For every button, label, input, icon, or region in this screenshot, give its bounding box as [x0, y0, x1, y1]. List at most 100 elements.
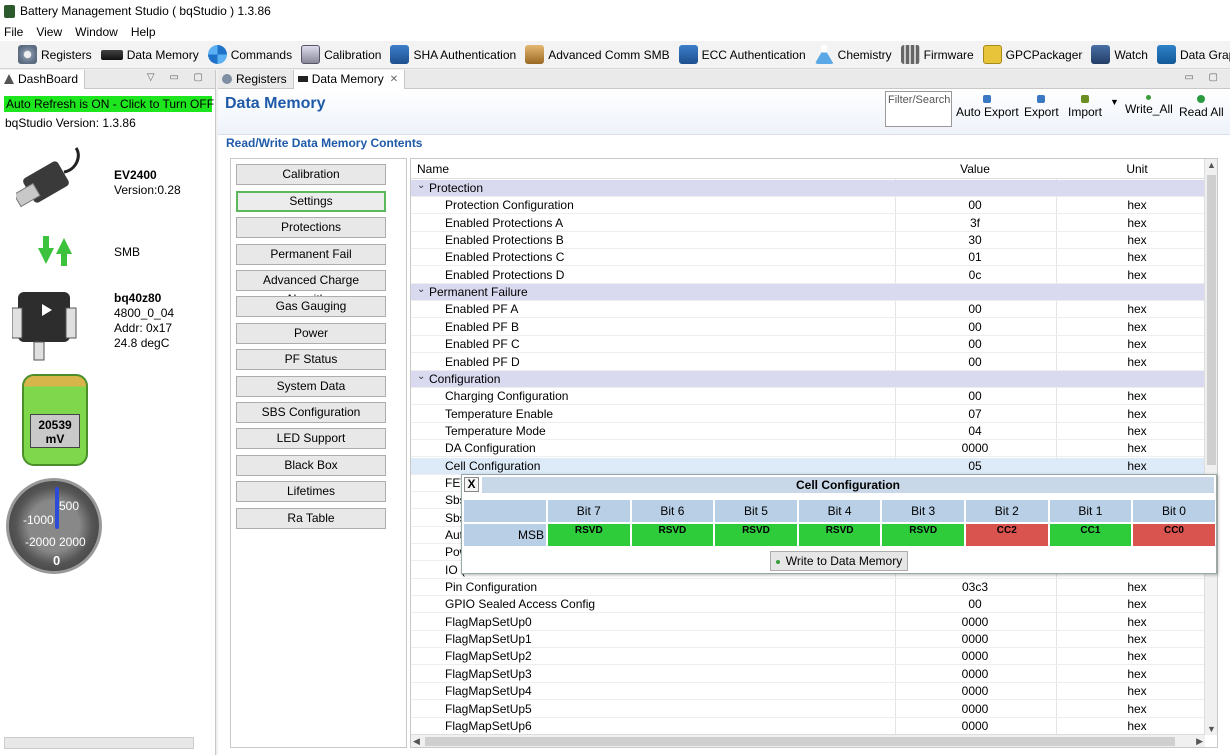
- bit-toggle[interactable]: CC0: [1132, 523, 1216, 547]
- row-value[interactable]: 00: [895, 302, 1055, 316]
- bit-toggle[interactable]: RSVD: [547, 523, 631, 547]
- auto-export-button[interactable]: Auto Export: [956, 95, 1019, 119]
- scroll-up-icon[interactable]: ▲: [1207, 160, 1216, 170]
- table-vertical-scrollbar[interactable]: ▲ ▼: [1204, 159, 1217, 735]
- write-all-button[interactable]: Write_All: [1125, 95, 1173, 116]
- bit-toggle[interactable]: RSVD: [630, 523, 715, 547]
- toolbar-firmware-button[interactable]: Firmware: [900, 45, 974, 64]
- table-row[interactable]: FlagMapSetUp6 0000 hex: [411, 718, 1205, 735]
- toolbar-registers-button[interactable]: Registers: [18, 45, 92, 64]
- toolbar-calibration-button[interactable]: Calibration: [301, 45, 381, 64]
- table-row[interactable]: FlagMapSetUp4 0000 hex: [411, 683, 1205, 701]
- row-value[interactable]: 0000: [895, 719, 1055, 733]
- row-value[interactable]: 30: [895, 233, 1055, 247]
- menu-window[interactable]: Window: [75, 25, 118, 39]
- filter-search-input[interactable]: Filter/Search: [885, 91, 952, 127]
- editor-window-controls[interactable]: ▭ ▢: [1184, 72, 1224, 83]
- row-value[interactable]: 00: [895, 597, 1055, 611]
- scrollbar-thumb[interactable]: [1207, 175, 1216, 465]
- row-value[interactable]: 0000: [895, 632, 1055, 646]
- column-header-name[interactable]: Name: [417, 162, 449, 176]
- category-advanced-charge-algorithm[interactable]: Advanced Charge Algorithm: [236, 270, 386, 306]
- table-row[interactable]: Enabled PF D 00 hex: [411, 354, 1205, 371]
- chevron-down-icon[interactable]: ▼: [1110, 97, 1119, 107]
- row-value[interactable]: 0000: [895, 441, 1055, 455]
- toolbar-gpcpackager-button[interactable]: GPCPackager: [982, 45, 1082, 64]
- table-group-row[interactable]: ⌄ Configuration: [411, 370, 1205, 388]
- category-power[interactable]: Power: [236, 323, 386, 344]
- read-all-button[interactable]: Read All: [1179, 95, 1224, 119]
- column-header-value[interactable]: Value: [895, 162, 1055, 176]
- bit-toggle[interactable]: RSVD: [714, 523, 798, 547]
- toolbar-adv-comm-smb-button[interactable]: Advanced Comm SMB: [525, 45, 670, 64]
- row-value[interactable]: 04: [895, 424, 1055, 438]
- tab-registers[interactable]: Registers: [218, 69, 294, 89]
- row-value[interactable]: 00: [895, 320, 1055, 334]
- bit-toggle[interactable]: RSVD: [881, 523, 965, 547]
- category-lifetimes[interactable]: Lifetimes: [236, 481, 386, 502]
- toolbar-data-graph-button[interactable]: Data Graph: [1156, 45, 1230, 64]
- export-button[interactable]: Export: [1024, 95, 1059, 119]
- menu-view[interactable]: View: [36, 25, 62, 39]
- panel-window-controls[interactable]: ▽ ▭ ▢: [147, 72, 209, 83]
- row-value[interactable]: 00: [895, 198, 1055, 212]
- table-row[interactable]: FlagMapSetUp1 0000 hex: [411, 631, 1205, 649]
- table-row[interactable]: DA Configuration 0000 hex: [411, 440, 1205, 458]
- row-value[interactable]: 0000: [895, 702, 1055, 716]
- row-value[interactable]: 0000: [895, 649, 1055, 663]
- category-black-box[interactable]: Black Box: [236, 455, 386, 476]
- bit-toggle[interactable]: RSVD: [797, 523, 882, 547]
- bit-toggle[interactable]: CC1: [1048, 523, 1133, 547]
- scroll-left-icon[interactable]: ◀: [413, 736, 420, 747]
- toolbar-ecc-auth-button[interactable]: ECC Authentication: [678, 45, 806, 64]
- toolbar-watch-button[interactable]: Watch: [1091, 45, 1148, 64]
- row-value[interactable]: 01: [895, 250, 1055, 264]
- table-row[interactable]: FlagMapSetUp2 0000 hex: [411, 648, 1205, 666]
- category-ra-table[interactable]: Ra Table: [236, 508, 386, 529]
- dashboard-horizontal-scrollbar[interactable]: [4, 737, 194, 749]
- category-system-data[interactable]: System Data: [236, 376, 386, 397]
- row-value[interactable]: 03c3: [895, 580, 1055, 594]
- table-row[interactable]: GPIO Sealed Access Config 00 hex: [411, 596, 1205, 614]
- table-row[interactable]: Protection Configuration 00 hex: [411, 197, 1205, 215]
- table-row[interactable]: Enabled Protections D 0c hex: [411, 267, 1205, 284]
- category-pf-status[interactable]: PF Status: [236, 349, 386, 370]
- table-row[interactable]: Enabled Protections C 01 hex: [411, 249, 1205, 267]
- popup-close-button[interactable]: X: [464, 477, 479, 492]
- table-row[interactable]: FlagMapSetUp3 0000 hex: [411, 666, 1205, 683]
- import-button[interactable]: Import: [1068, 95, 1102, 119]
- row-value[interactable]: 05: [895, 459, 1055, 473]
- scroll-right-icon[interactable]: ▶: [1196, 736, 1203, 747]
- table-row[interactable]: Enabled PF B 00 hex: [411, 319, 1205, 336]
- row-value[interactable]: 00: [895, 389, 1055, 403]
- table-row[interactable]: Enabled Protections B 30 hex: [411, 232, 1205, 250]
- tab-data-memory[interactable]: Data Memory ✕: [293, 69, 406, 89]
- row-value[interactable]: 0c: [895, 268, 1055, 282]
- toolbar-chemistry-button[interactable]: Chemistry: [814, 45, 892, 64]
- auto-refresh-toggle[interactable]: Auto Refresh is ON - Click to Turn OFF: [4, 96, 214, 112]
- row-value[interactable]: 07: [895, 407, 1055, 421]
- menu-file[interactable]: File: [4, 25, 23, 39]
- table-row[interactable]: Enabled PF A 00 hex: [411, 301, 1205, 319]
- close-icon[interactable]: ✕: [390, 74, 398, 85]
- scrollbar-thumb[interactable]: [425, 737, 1175, 746]
- toolbar-sha-auth-button[interactable]: SHA Authentication: [390, 45, 516, 64]
- chevron-down-icon[interactable]: ⌄: [417, 371, 425, 382]
- tab-dashboard[interactable]: DashBoard: [0, 69, 86, 89]
- chevron-down-icon[interactable]: ⌄: [417, 180, 425, 191]
- scroll-down-icon[interactable]: ▼: [1207, 724, 1216, 734]
- table-row[interactable]: Enabled PF C 00 hex: [411, 336, 1205, 354]
- table-row[interactable]: FlagMapSetUp0 0000 hex: [411, 614, 1205, 631]
- table-row[interactable]: Pin Configuration 03c3 hex: [411, 579, 1205, 597]
- category-led-support[interactable]: LED Support: [236, 428, 386, 449]
- bit-toggle[interactable]: CC2: [965, 523, 1049, 547]
- category-calibration[interactable]: Calibration: [236, 164, 386, 185]
- table-group-row[interactable]: ⌄ Protection: [411, 180, 1205, 197]
- table-row[interactable]: Charging Configuration 00 hex: [411, 388, 1205, 406]
- table-row[interactable]: Cell Configuration 05 hex: [411, 457, 1205, 475]
- category-protections[interactable]: Protections: [236, 217, 386, 238]
- table-group-row[interactable]: ⌄ Permanent Failure: [411, 284, 1205, 302]
- category-settings[interactable]: Settings: [236, 191, 386, 212]
- row-value[interactable]: 0000: [895, 615, 1055, 629]
- row-value[interactable]: 3f: [895, 216, 1055, 230]
